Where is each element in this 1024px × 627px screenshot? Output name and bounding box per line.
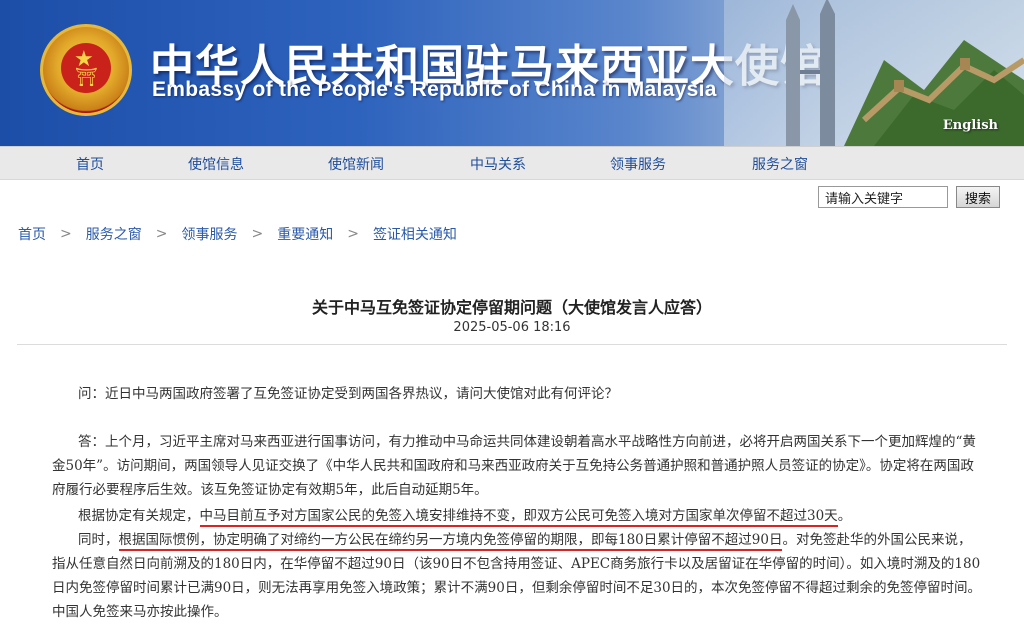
header-banner: 中华人民共和国驻马来西亚大使馆 Embassy of the People's … <box>0 0 1024 146</box>
paragraph-text: 根据协定有关规定， <box>78 508 200 524</box>
article-paragraph-3: 同时，根据国际惯例，协定明确了对缔约一方公民在缔约另一方境内免签停留的期限，即每… <box>52 528 982 624</box>
breadcrumb-consular-services[interactable]: 领事服务 <box>181 224 237 244</box>
article-answer-paragraph: 答：上个月，习近平主席对马来西亚进行国事访问，有力推动中马命运共同体建设朝着高水… <box>52 434 976 498</box>
nav-item-home[interactable]: 首页 <box>76 154 104 174</box>
breadcrumb-separator: > <box>251 226 264 242</box>
highlighted-text: 中马目前互予对方国家公民的免签入境安排维持不变，即双方公民可免签入境对方国家单次… <box>199 508 838 527</box>
breadcrumb-separator: > <box>155 226 168 242</box>
nav-item-embassy-info[interactable]: 使馆信息 <box>188 154 244 174</box>
breadcrumb-service-window[interactable]: 服务之窗 <box>86 224 142 244</box>
paragraph-text: 同时， <box>78 532 119 548</box>
nav-item-service-window[interactable]: 服务之窗 <box>752 154 808 174</box>
title-divider <box>17 344 1007 345</box>
breadcrumb: 首页 > 服务之窗 > 领事服务 > 重要通知 > 签证相关通知 <box>18 224 457 244</box>
highlighted-text: 根据国际惯例，协定明确了对缔约一方公民在缔约另一方境内免签停留的期限，即每180… <box>118 532 783 551</box>
national-emblem-logo <box>40 24 132 116</box>
nav-item-china-malaysia-relations[interactable]: 中马关系 <box>470 154 526 174</box>
breadcrumb-home[interactable]: 首页 <box>18 224 46 244</box>
article-date: 2025-05-06 18:16 <box>453 320 571 335</box>
article-paragraph-2: 根据协定有关规定，中马目前互予对方国家公民的免签入境安排维持不变，即双方公民可免… <box>52 504 982 528</box>
search-input[interactable] <box>818 186 948 208</box>
breadcrumb-visa-notices[interactable]: 签证相关通知 <box>373 224 457 244</box>
article-question: 问：近日中马两国政府签署了互免签证协定受到两国各界热议，请问大使馆对此有何评论？ <box>78 386 618 402</box>
nav-item-consular-services[interactable]: 领事服务 <box>610 154 666 174</box>
article-title: 关于中马互免签证协定停留期问题（大使馆发言人应答） <box>311 298 712 317</box>
search-button[interactable]: 搜索 <box>956 186 1000 208</box>
breadcrumb-separator: > <box>347 226 359 242</box>
breadcrumb-separator: > <box>60 226 72 242</box>
english-version-link[interactable]: English <box>943 118 998 133</box>
nav-item-embassy-news[interactable]: 使馆新闻 <box>328 154 384 174</box>
main-navigation: 首页 使馆信息 使馆新闻 中马关系 领事服务 服务之窗 <box>0 146 1024 180</box>
breadcrumb-important-notices[interactable]: 重要通知 <box>277 224 333 244</box>
paragraph-text: 。 <box>837 508 852 524</box>
site-title-en: Embassy of the People's Republic of Chin… <box>152 78 717 101</box>
